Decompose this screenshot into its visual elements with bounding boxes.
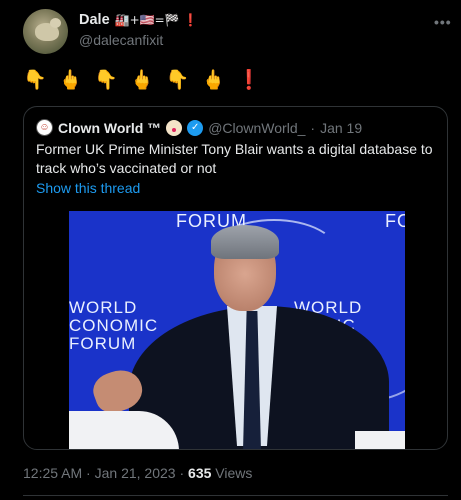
backdrop-forum-text-right: FO [385, 211, 405, 231]
meta-separator: · [86, 465, 91, 481]
backdrop-wef-left: WORLD CONOMIC FORUM [69, 298, 159, 353]
tweet-date[interactable]: Jan 21, 2023 [95, 465, 176, 481]
author-handle[interactable]: @dalecanfixit [79, 32, 163, 48]
quoted-handle[interactable]: @ClownWorld_ [208, 120, 305, 136]
tweet[interactable]: Dale 🏭+🇺🇸=🏁 ❗ @dalecanfixit ••• 👇 🖕 👇 🖕 … [0, 0, 461, 500]
views-label: Views [215, 465, 253, 481]
quoted-display-name[interactable]: Clown World ™ [58, 120, 161, 136]
tweet-time[interactable]: 12:25 AM [23, 465, 82, 481]
tweet-text-exclamation: ❗ [237, 69, 264, 91]
show-thread-link[interactable]: Show this thread [36, 180, 140, 196]
tweet-text: 👇 🖕 👇 🖕 👇 🖕 ❗ [23, 68, 264, 91]
author-avatar[interactable] [23, 9, 68, 54]
quoted-media-image[interactable]: FORUM FO WORLD CONOMIC FORUM WORLD NOMIC… [69, 211, 405, 449]
verified-badge-icon: ✓ [187, 119, 204, 136]
quoted-separator: · [310, 119, 316, 136]
tweet-metadata: 12:25 AM · Jan 21, 2023 · 635 Views [23, 465, 252, 481]
quoted-tweet[interactable]: ☺ Clown World ™ ✓ @ClownWorld_ · Jan 19 … [23, 106, 448, 450]
quoted-text: Former UK Prime Minister Tony Blair want… [36, 141, 433, 176]
tweet-text-emojis: 👇 🖕 👇 🖕 👇 🖕 [23, 69, 229, 91]
quoted-tweet-header: ☺ Clown World ™ ✓ @ClownWorld_ · Jan 19 [36, 119, 362, 136]
quoted-avatar[interactable]: ☺ [36, 119, 53, 136]
duckling-head [50, 18, 61, 28]
divider [23, 495, 448, 496]
meta-separator: · [179, 465, 185, 481]
more-dots-icon[interactable]: ••• [434, 14, 452, 30]
quoted-date[interactable]: Jan 19 [320, 120, 362, 136]
clown-face-icon [166, 119, 183, 136]
author-name-row: Dale 🏭+🇺🇸=🏁 ❗ [79, 12, 198, 28]
stage-table [355, 431, 405, 449]
views-count[interactable]: 635 [188, 465, 211, 481]
author-display-name[interactable]: Dale [79, 12, 110, 28]
author-name-emojis: 🏭+🇺🇸=🏁 ❗ [114, 13, 199, 27]
speaker-hair [211, 225, 279, 259]
